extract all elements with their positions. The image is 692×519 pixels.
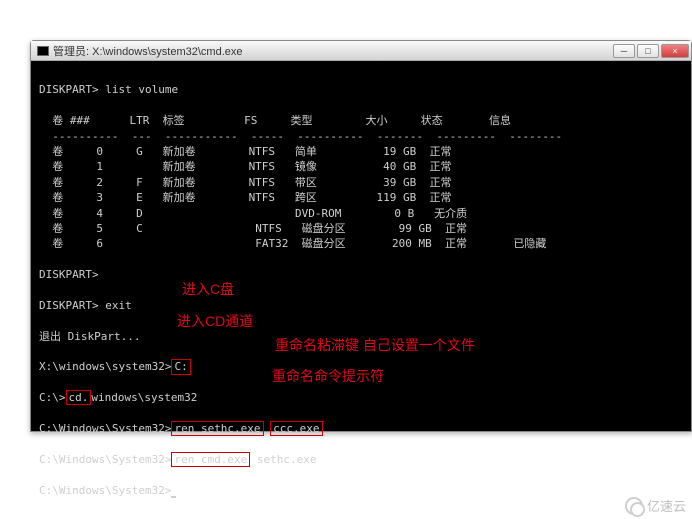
annotation-enter-c: 进入C盘 xyxy=(182,279,234,299)
annotation-cd: 进入CD通道 xyxy=(177,311,253,331)
prompt-sys32: C:\Windows\System32> xyxy=(39,484,171,497)
cursor-icon xyxy=(171,496,176,498)
annotation-rename2: 重命名命令提示符 xyxy=(272,366,384,386)
watermark-text: 亿速云 xyxy=(647,496,686,515)
terminal-output[interactable]: DISKPART> list volume 卷 ### LTR 标签 FS 类型… xyxy=(31,61,691,504)
sethc-target: sethc.exe xyxy=(257,453,317,466)
close-button[interactable]: × xyxy=(661,44,689,58)
exit-cmd: DISKPART> exit xyxy=(39,299,132,312)
window-controls: ─ □ × xyxy=(613,44,689,58)
annotation-rename1: 重命名粘滞键 自己设置一个文件 xyxy=(275,335,475,355)
prompt-x: X:\windows\system32> xyxy=(39,360,171,373)
table-header: 卷 ### LTR 标签 FS 类型 大小 状态 信息 xyxy=(39,114,511,127)
prompt-c: C:\> xyxy=(39,391,66,404)
table-row: 卷 2 F 新加卷 NTFS 带区 39 GB 正常 xyxy=(39,176,452,189)
titlebar[interactable]: 管理员: X:\windows\system32\cmd.exe ─ □ × xyxy=(31,41,691,61)
table-row: 卷 3 E 新加卷 NTFS 跨区 119 GB 正常 xyxy=(39,191,452,204)
highlight-cd: cd. xyxy=(66,390,92,405)
diskpart-prompt: DISKPART> xyxy=(39,268,99,281)
highlight-ccc: ccc.exe xyxy=(270,421,322,436)
table-row: 卷 6 FAT32 磁盘分区 200 MB 正常 已隐藏 xyxy=(39,237,546,250)
table-row: 卷 5 C NTFS 磁盘分区 99 GB 正常 xyxy=(39,222,467,235)
minimize-button[interactable]: ─ xyxy=(613,44,635,58)
watermark: 亿速云 xyxy=(625,496,686,515)
diskpart-cmd: DISKPART> list volume xyxy=(39,83,178,96)
prompt-sys32: C:\Windows\System32> xyxy=(39,422,171,435)
table-row: 卷 1 新加卷 NTFS 镜像 40 GB 正常 xyxy=(39,160,452,173)
window-title: 管理员: X:\windows\system32\cmd.exe xyxy=(53,43,613,59)
table-row: 卷 4 D DVD-ROM 0 B 无介质 xyxy=(39,207,467,220)
highlight-ren2: ren cmd.exe xyxy=(171,452,250,467)
cd-path: windows\system32 xyxy=(91,391,197,404)
table-row: 卷 0 G 新加卷 NTFS 简单 19 GB 正常 xyxy=(39,145,452,158)
table-divider: ---------- --- ----------- ----- -------… xyxy=(39,130,562,143)
highlight-ren1: ren sethc.exe xyxy=(171,421,263,436)
maximize-button[interactable]: □ xyxy=(637,44,659,58)
cmd-icon xyxy=(37,46,49,56)
watermark-icon xyxy=(625,497,643,515)
prompt-sys32: C:\Windows\System32> xyxy=(39,453,171,466)
highlight-c-drive: C: xyxy=(171,359,190,374)
exit-msg: 退出 DiskPart... xyxy=(39,330,140,343)
